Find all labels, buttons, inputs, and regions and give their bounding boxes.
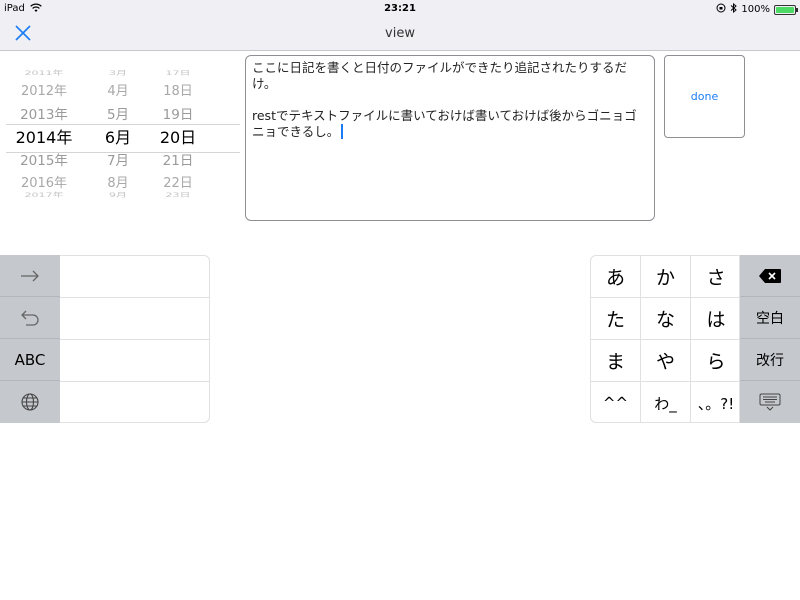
- diary-text-area[interactable]: ここに日記を書くと日付のファイルができたり追記されたりするだけ。 restでテキ…: [245, 55, 655, 221]
- orientation-lock-icon: [716, 3, 726, 16]
- battery-level: [776, 6, 794, 13]
- picker-day: 17日: [165, 69, 191, 77]
- keyboard-right-keys: 空白 改行: [740, 255, 800, 423]
- backspace-icon: [759, 268, 781, 283]
- arrow-right-icon: [21, 270, 39, 281]
- kana-key[interactable]: わ_: [641, 382, 691, 422]
- note-line-1: ここに日記を書くと日付のファイルができたり追記されたりするだけ。: [252, 60, 628, 91]
- kana-key[interactable]: か: [641, 256, 691, 298]
- picker-year: 2017年: [24, 191, 64, 199]
- keyboard-dismiss-icon: [759, 393, 781, 411]
- globe-icon: [21, 393, 39, 411]
- abc-key[interactable]: ABC: [0, 339, 60, 381]
- bluetooth-icon: [730, 2, 738, 16]
- picker-selection-line: [6, 124, 240, 125]
- picker-month: 9月: [109, 191, 127, 199]
- date-picker[interactable]: 2011年 3月 17日 2012年 4月 18日 2013年 5月 19日 2014年 6月 20日…: [0, 62, 240, 210]
- picker-day: 22日: [163, 176, 193, 191]
- hide-keyboard-key[interactable]: [740, 381, 800, 423]
- divider: [60, 339, 210, 340]
- picker-row[interactable]: 2017年 9月 23日: [0, 191, 240, 200]
- undo-icon: [21, 310, 39, 326]
- divider: [60, 297, 210, 298]
- kana-key[interactable]: 、。?!: [691, 382, 739, 422]
- globe-key[interactable]: [0, 381, 60, 423]
- kana-key[interactable]: ま: [591, 340, 641, 382]
- picker-month: 3月: [109, 69, 127, 77]
- picker-row[interactable]: 2012年 4月 18日: [0, 80, 240, 99]
- picker-day: 23日: [165, 191, 191, 199]
- picker-row[interactable]: 2013年 5月 19日: [0, 103, 240, 123]
- picker-row-selected[interactable]: 2014年 6月 20日: [0, 124, 240, 148]
- divider: [60, 381, 210, 382]
- picker-row[interactable]: 2016年 8月 22日: [0, 172, 240, 191]
- picker-year: 2016年: [20, 176, 68, 191]
- kana-key[interactable]: さ: [691, 256, 739, 298]
- status-bar: iPad 23:21 100%: [0, 0, 800, 18]
- keyboard-left-keys: ABC: [0, 255, 60, 423]
- kana-key[interactable]: ら: [691, 340, 739, 382]
- next-key[interactable]: [0, 255, 60, 297]
- undo-key[interactable]: [0, 297, 60, 339]
- delete-key[interactable]: [740, 255, 800, 297]
- kana-key[interactable]: た: [591, 298, 641, 340]
- picker-day: 19日: [162, 107, 194, 123]
- kana-key[interactable]: は: [691, 298, 739, 340]
- kana-key[interactable]: な: [641, 298, 691, 340]
- picker-year: 2011年: [24, 69, 64, 77]
- picker-selection-line: [6, 152, 240, 153]
- picker-day: 18日: [163, 84, 193, 99]
- done-button[interactable]: done: [664, 55, 745, 138]
- picker-day: 20日: [159, 128, 197, 147]
- note-line-2: restでテキストファイルに書いておけば書いておけば後からゴニョゴニョできるし。: [252, 108, 637, 139]
- space-key[interactable]: 空白: [740, 297, 800, 339]
- clock: 23:21: [384, 3, 416, 14]
- status-right: 100%: [716, 2, 798, 16]
- picker-month: 5月: [106, 107, 130, 123]
- page-title: view: [385, 26, 415, 41]
- picker-year: 2014年: [15, 128, 73, 147]
- kana-key[interactable]: あ: [591, 256, 641, 298]
- kana-keypad: あかさたなはまやら ^^ わ_、。?!: [590, 255, 740, 423]
- return-key[interactable]: 改行: [740, 339, 800, 381]
- picker-month: 8月: [107, 176, 129, 191]
- navigation-bar: view: [0, 18, 800, 51]
- picker-row[interactable]: 2011年 3月 17日: [0, 69, 240, 78]
- picker-year: 2013年: [20, 107, 68, 123]
- text-cursor: [341, 124, 343, 139]
- picker-month: 6月: [104, 128, 132, 147]
- battery-percent: 100%: [741, 4, 770, 15]
- picker-month: 4月: [107, 84, 129, 99]
- picker-year: 2012年: [20, 84, 68, 99]
- battery-icon: [774, 4, 798, 15]
- kana-key[interactable]: ^^: [591, 382, 641, 422]
- kana-key[interactable]: や: [641, 340, 691, 382]
